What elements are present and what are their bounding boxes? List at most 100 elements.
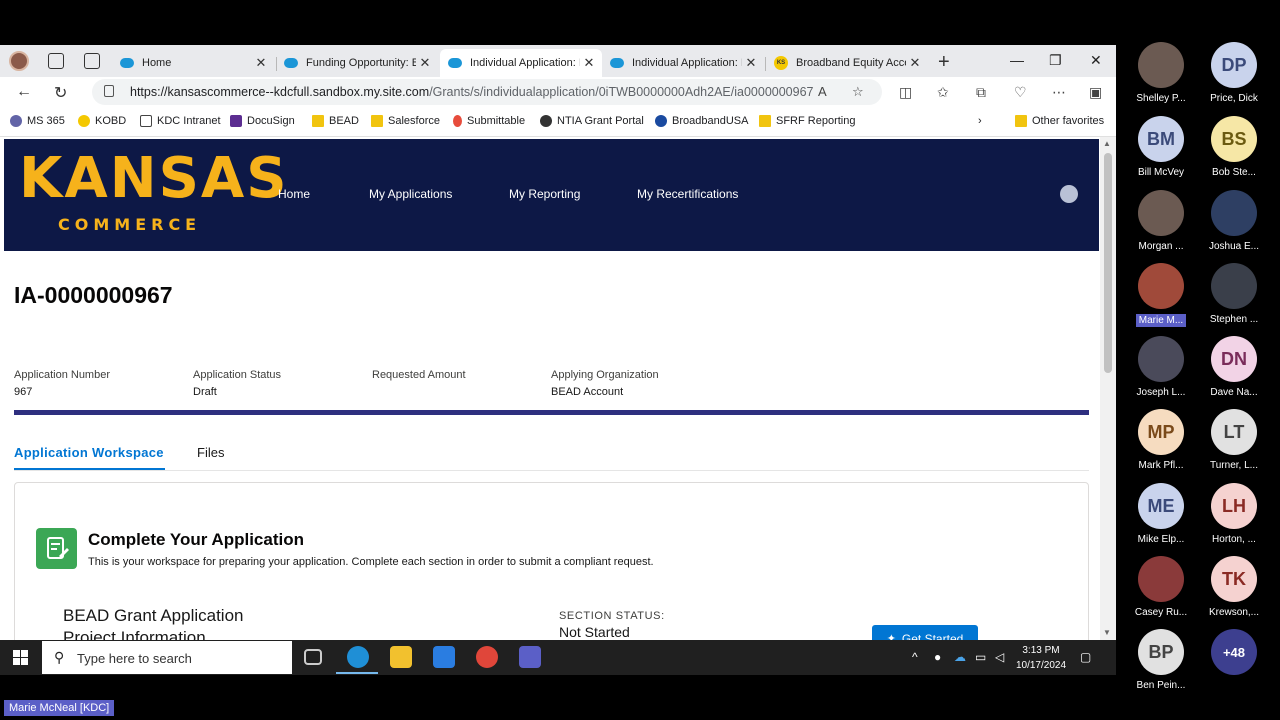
browser-window: Home ✕ Funding Opportunity: BEAD ✕ Indiv… (0, 45, 1116, 640)
participant-initials: BS (1211, 116, 1257, 162)
close-icon[interactable]: ✕ (252, 55, 270, 71)
fav-sfrf[interactable]: SFRF Reporting (759, 115, 855, 127)
new-tab-icon[interactable]: + (938, 51, 950, 74)
profile-avatar[interactable] (9, 51, 29, 71)
tray-chevron-icon[interactable]: ^ (912, 650, 918, 664)
notifications-icon[interactable]: ▢ (1080, 650, 1091, 664)
participant-tile[interactable]: BM Bill McVey (1123, 116, 1199, 178)
network-icon[interactable]: ▭ (975, 650, 986, 664)
favorites-icon[interactable]: ✩ (937, 84, 949, 101)
sidebar-icon[interactable]: ▣ (1089, 84, 1102, 101)
clock-time: 3:13 PM (1022, 645, 1060, 656)
tab-files[interactable]: Files (197, 445, 224, 460)
favorite-star-icon[interactable]: ☆ (852, 84, 864, 100)
participant-tile[interactable]: LT Turner, L... (1196, 409, 1272, 471)
more-menu-icon[interactable]: ⋯ (1052, 84, 1066, 101)
participant-tile[interactable]: LH Horton, ... (1196, 483, 1272, 545)
windows-start-icon[interactable] (13, 650, 28, 665)
participant-tile[interactable]: Morgan ... (1123, 190, 1199, 252)
salesforce-icon (284, 58, 298, 68)
url-host: https://kansascommerce--kdcfull.sandbox.… (130, 85, 430, 99)
get-started-button[interactable]: ✦ Get Started (872, 625, 978, 640)
restore-icon[interactable]: ❐ (1049, 52, 1062, 69)
user-avatar-icon[interactable] (1060, 185, 1078, 203)
participant-tile[interactable]: DN Dave Na... (1196, 336, 1272, 398)
browser-tab-broadband[interactable]: KS Broadband Equity Access ✕ (766, 49, 928, 77)
refresh-icon[interactable]: ↻ (54, 83, 67, 103)
volume-icon[interactable]: ◁ (995, 650, 1004, 664)
fav-ms365[interactable]: MS 365 (10, 115, 65, 127)
field-label-requested-amount: Requested Amount (372, 369, 466, 381)
fav-bead[interactable]: BEAD (312, 115, 359, 127)
participant-photo (1211, 263, 1257, 309)
browser-tab-home[interactable]: Home ✕ (112, 49, 274, 77)
section-title: BEAD Grant Application Project Informati… (63, 605, 243, 640)
chrome-icon[interactable] (476, 646, 498, 668)
participant-tile[interactable]: BP Ben Pein... (1123, 629, 1199, 691)
nav-my-reporting[interactable]: My Reporting (509, 187, 580, 201)
page-scrollbar[interactable]: ▲ ▼ (1100, 137, 1116, 640)
edge-icon[interactable] (347, 646, 369, 668)
logo-kansas[interactable]: KANSAS (19, 147, 289, 211)
split-screen-icon[interactable]: ◫ (899, 84, 912, 101)
back-icon[interactable]: ← (16, 83, 32, 101)
fav-submittable[interactable]: Submittable (453, 115, 525, 127)
close-icon[interactable]: ✕ (906, 55, 924, 71)
fav-broadbandusa[interactable]: BroadbandUSA (655, 115, 748, 127)
broadbandusa-icon (655, 115, 667, 127)
participant-tile[interactable]: Joshua E... (1196, 190, 1272, 252)
favorites-overflow-icon[interactable]: › (978, 115, 982, 127)
nav-home[interactable]: Home (278, 187, 310, 201)
minimize-icon[interactable]: — (1010, 52, 1024, 68)
tab-actions-icon[interactable] (84, 53, 100, 69)
participant-tile[interactable]: Casey Ru... (1123, 556, 1199, 618)
read-aloud-icon[interactable]: A (818, 84, 827, 99)
fav-kdc-intranet[interactable]: KDC Intranet (140, 115, 221, 127)
url-field[interactable]: https://kansascommerce--kdcfull.sandbox.… (92, 79, 882, 105)
teams-icon[interactable] (519, 646, 541, 668)
clock-date: 10/17/2024 (1015, 660, 1067, 671)
participant-tile[interactable]: Stephen ... (1196, 263, 1272, 325)
nav-my-recertifications[interactable]: My Recertifications (637, 187, 738, 201)
participant-tile[interactable]: Joseph L... (1123, 336, 1199, 398)
tab-application-workspace[interactable]: Application Workspace (14, 445, 164, 460)
fav-salesforce[interactable]: Salesforce (371, 115, 440, 127)
nav-my-applications[interactable]: My Applications (369, 187, 452, 201)
participant-tile[interactable]: ME Mike Elp... (1123, 483, 1199, 545)
close-window-icon[interactable]: ✕ (1090, 52, 1102, 69)
onedrive-icon[interactable]: ☁ (954, 650, 966, 664)
browser-tab-application-active[interactable]: Individual Application: IA ✕ (440, 49, 602, 77)
participant-tile[interactable]: MP Mark Pfl... (1123, 409, 1199, 471)
fav-other[interactable]: Other favorites (1015, 115, 1104, 127)
task-view-icon[interactable] (304, 649, 322, 665)
store-icon[interactable] (433, 646, 455, 668)
collections-icon[interactable]: ⧉ (976, 84, 986, 101)
taskbar-clock[interactable]: 3:13 PM 10/17/2024 (1014, 643, 1068, 673)
close-icon[interactable]: ✕ (416, 55, 434, 71)
fav-docusign[interactable]: DocuSign (230, 115, 295, 127)
participant-tile[interactable]: Marie M... (1123, 263, 1199, 332)
taskbar-search[interactable]: ⚲ Type here to search (42, 641, 292, 674)
workspaces-icon[interactable] (48, 53, 64, 69)
browser-tab-application[interactable]: Individual Application: IA ✕ (602, 49, 764, 77)
browser-tab-funding[interactable]: Funding Opportunity: BEAD ✕ (276, 49, 438, 77)
fav-ntia[interactable]: NTIA Grant Portal (540, 115, 644, 127)
participant-tile[interactable]: DP Price, Dick (1196, 42, 1272, 104)
close-icon[interactable]: ✕ (742, 55, 760, 71)
windows-taskbar: ⚲ Type here to search ^ ● ☁ ▭ ◁ 3:13 PM … (0, 640, 1116, 675)
file-explorer-icon[interactable] (390, 646, 412, 668)
more-participants-button[interactable]: +48 (1196, 629, 1272, 675)
fav-kobd[interactable]: KOBD (78, 115, 126, 127)
close-icon[interactable]: ✕ (580, 55, 598, 71)
participant-tile[interactable]: BS Bob Ste... (1196, 116, 1272, 178)
participant-tile[interactable]: Shelley P... (1123, 42, 1199, 104)
browser-essentials-icon[interactable]: ♡ (1014, 84, 1027, 101)
scroll-down-icon[interactable]: ▼ (1103, 628, 1111, 637)
microphone-icon[interactable]: ● (934, 650, 941, 664)
scroll-thumb[interactable] (1104, 153, 1112, 373)
scroll-up-icon[interactable]: ▲ (1103, 139, 1111, 148)
ms365-icon (10, 115, 22, 127)
participant-photo (1138, 190, 1184, 236)
participant-tile[interactable]: TK Krewson,... (1196, 556, 1272, 618)
search-icon: ⚲ (54, 649, 65, 665)
